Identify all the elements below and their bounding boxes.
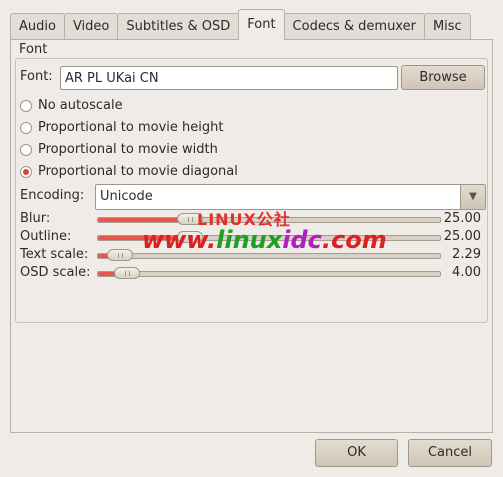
browse-button[interactable]: Browse: [401, 65, 485, 90]
tab-subtitles-osd[interactable]: Subtitles & OSD: [117, 13, 240, 40]
radio-label: Proportional to movie width: [38, 142, 218, 157]
radio-indicator[interactable]: [20, 122, 32, 134]
font-frame-title: Font: [19, 42, 48, 57]
encoding-value: Unicode: [100, 189, 153, 204]
dropdown-arrow-icon[interactable]: ▼: [460, 185, 485, 209]
tab-font[interactable]: Font: [238, 9, 285, 40]
tab-codecs-demuxer[interactable]: Codecs & demuxer: [283, 13, 425, 40]
radio-indicator[interactable]: [20, 144, 32, 156]
ok-button[interactable]: OK: [315, 439, 398, 467]
watermark-url-part: .com: [321, 226, 387, 254]
preferences-window: Audio Video Subtitles & OSD Font Codecs …: [0, 0, 503, 477]
text-scale-label: Text scale:: [20, 247, 89, 262]
radio-indicator[interactable]: [20, 100, 32, 112]
radio-label: No autoscale: [38, 98, 123, 113]
outline-label: Outline:: [20, 229, 72, 244]
text-scale-value: 2.29: [452, 247, 481, 262]
osd-scale-label: OSD scale:: [20, 265, 91, 280]
watermark-url-part: linux: [216, 226, 283, 254]
encoding-label: Encoding:: [20, 188, 85, 203]
osd-scale-value: 4.00: [452, 265, 481, 280]
font-name-field[interactable]: AR PL UKai CN: [60, 66, 398, 90]
watermark-url-part: idc: [282, 226, 322, 254]
radio-label: Proportional to movie diagonal: [38, 164, 238, 179]
blur-value: 25.00: [443, 211, 481, 226]
osd-scale-slider-row: OSD scale: 4.00: [20, 265, 485, 281]
radio-label: Proportional to movie height: [38, 120, 224, 135]
watermark-url: www.linuxidc.com: [142, 226, 387, 254]
blur-label: Blur:: [20, 211, 51, 226]
font-label: Font:: [20, 69, 53, 84]
radio-indicator-checked[interactable]: [20, 166, 32, 178]
tab-audio[interactable]: Audio: [10, 13, 65, 40]
font-row: Font: AR PL UKai CN Browse: [20, 65, 485, 92]
tab-video[interactable]: Video: [63, 13, 119, 40]
text-scale-slider-handle[interactable]: [107, 249, 133, 261]
tab-misc[interactable]: Misc: [423, 13, 471, 40]
cancel-button[interactable]: Cancel: [408, 439, 492, 467]
outline-value: 25.00: [443, 229, 481, 244]
tab-bar: Audio Video Subtitles & OSD Font Codecs …: [10, 9, 471, 40]
osd-scale-slider-handle[interactable]: [114, 267, 140, 279]
osd-scale-slider[interactable]: [97, 267, 441, 279]
watermark-url-part: www.: [142, 226, 217, 254]
